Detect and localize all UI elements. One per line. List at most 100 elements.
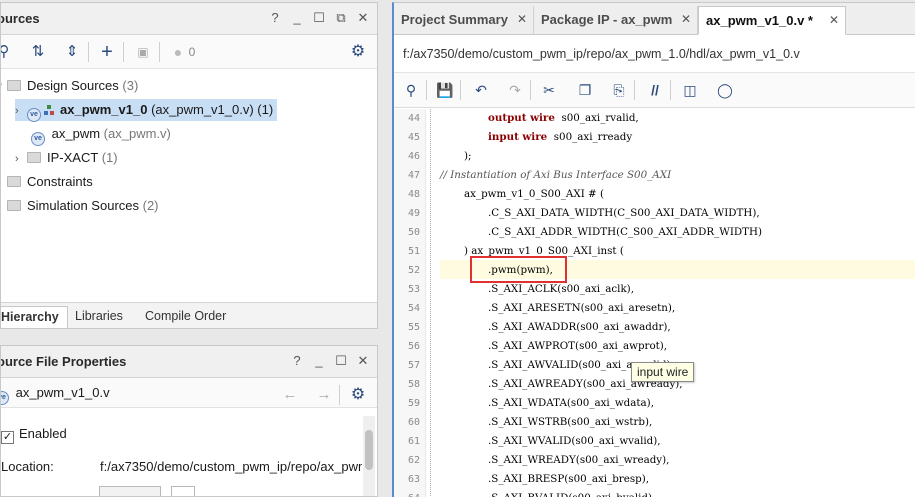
gear-icon[interactable]: ⚙ <box>349 43 367 61</box>
editor-area: Project Summary ✕ Package IP - ax_pwm ✕ ax… <box>392 2 915 497</box>
tree-item-ip-xact[interactable]: › IP-XACT (1) <box>15 147 118 169</box>
chevron-right-icon[interactable]: › <box>15 148 27 170</box>
line-number: 56 <box>407 341 420 352</box>
line-number: 51 <box>407 246 420 257</box>
location-row: Location: <box>1 459 54 474</box>
type-dropdown-button[interactable] <box>171 486 195 496</box>
annotation-highlight-box <box>470 256 567 283</box>
location-label: Location: <box>1 459 54 474</box>
tab-package-ip[interactable]: Package IP - ax_pwm ✕ <box>534 6 698 35</box>
tab-label: ax_pwm_v1_0.v * <box>706 13 813 28</box>
code-line: // Instantiation of Axi Bus Interface S0… <box>440 166 671 185</box>
tree-item-design-sources[interactable]: ∨ Design Sources (3) <box>1 75 139 98</box>
verilog-file-icon: ve <box>27 108 41 122</box>
tree-item-detail: (ax_pwm.v) <box>103 126 171 141</box>
file-path-bar: f:/ax7350/demo/custom_pwm_ip/repo/ax_pwm… <box>394 35 915 73</box>
close-tab-icon[interactable]: ✕ <box>829 7 839 34</box>
fold-guide <box>430 109 431 497</box>
enabled-label: Enabled <box>19 426 67 441</box>
search-icon[interactable]: ⚲ <box>402 81 420 99</box>
back-arrow-icon[interactable]: ← <box>281 386 299 404</box>
tree-item-count: (3) <box>122 78 139 93</box>
close-tab-icon[interactable]: ✕ <box>517 6 527 33</box>
code-tooltip: input wire <box>631 362 695 382</box>
tab-project-summary[interactable]: Project Summary ✕ <box>394 6 534 35</box>
code-editor[interactable]: 44 output wire s00_axi_rvalid, 45 input … <box>394 109 915 497</box>
search-icon[interactable]: ⚲ <box>1 43 13 61</box>
sources-title: ources <box>0 11 40 26</box>
code-line: .S_AXI_WVALID(s00_axi_wvalid), <box>488 435 661 447</box>
collapse-all-icon[interactable]: ⇅ <box>29 43 47 61</box>
tree-item-ax-pwm-v1-0[interactable]: › ve ax_pwm_v1_0 (ax_pwm_v1_0.v) (1) <box>15 99 278 122</box>
line-number: 53 <box>407 284 420 295</box>
location-value-row: f:/ax7350/demo/custom_pwm_ip/repo/ax_pwm… <box>100 459 362 474</box>
gear-icon[interactable]: ⚙ <box>349 386 367 404</box>
lightbulb-icon[interactable]: ◯ <box>716 81 734 99</box>
help-icon[interactable]: ? <box>267 10 283 26</box>
cut-icon[interactable]: ✂ <box>540 81 558 99</box>
tree-item-label: Constraints <box>27 174 93 189</box>
code-line: .S_AXI_AWADDR(s00_axi_awaddr), <box>488 321 671 333</box>
undo-icon[interactable]: ↶ <box>472 81 490 99</box>
tree-item-label: IP-XACT <box>47 150 99 165</box>
code-line: .S_AXI_WDATA(s00_axi_wdata), <box>488 397 654 409</box>
code-line: .C_S_AXI_ADDR_WIDTH(C_S00_AXI_ADDR_WIDTH… <box>488 226 763 238</box>
line-number: 59 <box>407 398 420 409</box>
maximize-icon[interactable]: ☐ <box>311 10 327 26</box>
redo-icon[interactable]: ↷ <box>506 81 524 99</box>
chevron-right-icon[interactable]: › <box>15 100 27 122</box>
verilog-file-icon: ve <box>1 391 9 405</box>
code-line: .S_AXI_BRESP(s00_axi_bresp), <box>488 473 649 485</box>
close-icon[interactable]: ✕ <box>355 10 371 26</box>
copy-icon[interactable]: ❐ <box>576 81 594 99</box>
forward-arrow-icon[interactable]: → <box>315 386 333 404</box>
line-number: 64 <box>394 493 420 497</box>
properties-scrollbar[interactable] <box>363 416 375 496</box>
maximize-icon[interactable]: ☐ <box>333 353 349 369</box>
line-number: 54 <box>407 303 420 314</box>
sources-tabs: Hierarchy Libraries Compile Order <box>1 302 377 328</box>
enabled-checkbox[interactable]: ✓ <box>1 431 14 444</box>
minimize-icon[interactable]: _ <box>289 10 305 26</box>
scrollbar-thumb[interactable] <box>365 430 373 470</box>
add-sources-icon[interactable]: + <box>98 42 116 62</box>
tab-libraries[interactable]: Libraries <box>67 306 131 328</box>
folder-icon <box>27 152 41 163</box>
line-number: 49 <box>407 208 420 219</box>
code-line: .S_AXI_WSTRB(s00_axi_wstrb), <box>488 416 653 428</box>
save-icon[interactable]: 💾 <box>436 81 454 99</box>
tab-compile-order[interactable]: Compile Order <box>137 306 234 328</box>
code-line: ax_pwm_v1_0_S00_AXI # ( <box>464 188 604 200</box>
close-tab-icon[interactable]: ✕ <box>681 6 691 33</box>
expand-all-icon[interactable]: ⇕ <box>63 43 81 61</box>
properties-icon[interactable]: ▣ <box>134 43 152 61</box>
code-text: s00_axi_rvalid, <box>561 112 639 124</box>
help-icon[interactable]: ? <box>289 353 305 369</box>
paste-icon[interactable]: ⎘ <box>610 81 628 99</box>
line-number: 63 <box>407 474 420 485</box>
float-icon[interactable]: ⧉ <box>333 10 349 26</box>
line-number: 44 <box>407 113 420 124</box>
toggle-columns-icon[interactable]: ◫ <box>681 81 699 99</box>
line-number: 61 <box>407 436 420 447</box>
tree-item-ax-pwm[interactable]: ve ax_pwm (ax_pwm.v) <box>31 123 171 146</box>
sources-header: ources ? _ ☐ ⧉ ✕ <box>1 3 377 35</box>
comment-icon[interactable]: // <box>646 81 664 99</box>
folder-icon <box>7 200 21 211</box>
tree-item-simulation-sources[interactable]: Simulation Sources (2) <box>7 195 159 217</box>
code-line: .S_AXI_ARESETN(s00_axi_aresetn), <box>488 302 676 314</box>
tree-item-label: ax_pwm <box>51 126 101 141</box>
chevron-down-icon[interactable]: ∨ <box>1 76 7 98</box>
code-line: .C_S_AXI_DATA_WIDTH(C_S00_AXI_DATA_WIDTH… <box>488 207 760 219</box>
tab-ax-pwm-v1-0[interactable]: ax_pwm_v1_0.v * ✕ <box>698 6 846 35</box>
tree-item-count: (1) <box>101 150 118 165</box>
close-icon[interactable]: ✕ <box>355 353 371 369</box>
code-line: input wire s00_axi_rready <box>488 131 633 143</box>
tree-item-label: ax_pwm_v1_0 <box>60 102 148 117</box>
tree-item-constraints[interactable]: Constraints <box>7 171 93 193</box>
tab-hierarchy[interactable]: Hierarchy <box>1 306 68 328</box>
type-dropdown[interactable] <box>99 486 161 496</box>
properties-title: ource File Properties <box>0 354 127 369</box>
minimize-icon[interactable]: _ <box>311 353 327 369</box>
code-line: .S_AXI_BVALID(s00_axi_bvalid), <box>488 489 655 497</box>
